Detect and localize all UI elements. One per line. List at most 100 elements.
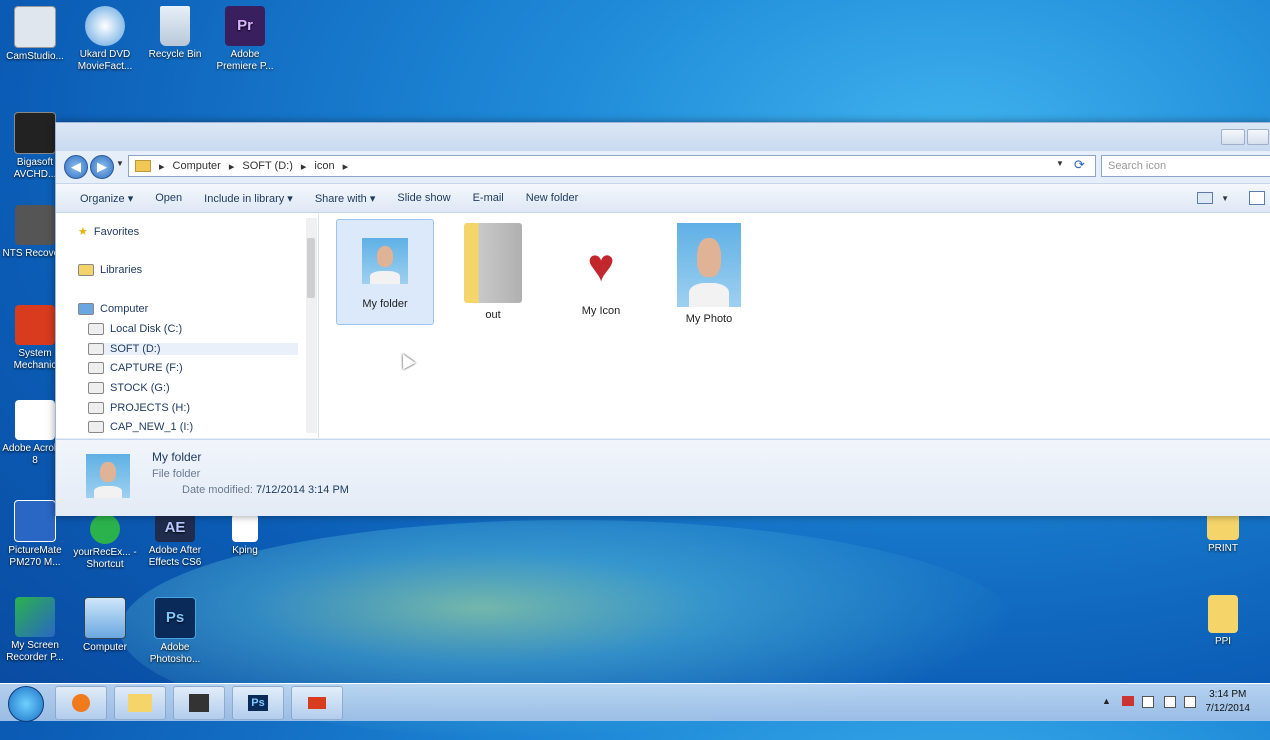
- nav-libraries[interactable]: Libraries: [78, 264, 142, 276]
- title-bar[interactable]: [56, 123, 1270, 151]
- email-button[interactable]: E-mail: [473, 192, 504, 204]
- clock[interactable]: 3:14 PM 7/12/2014: [1206, 688, 1251, 716]
- premiere-glyph: Pr: [237, 17, 253, 34]
- screen-recorder-icon: [15, 597, 55, 637]
- nav-label: Computer: [100, 303, 149, 315]
- tray-display-icon[interactable]: [1184, 696, 1196, 708]
- forward-button[interactable]: ▶: [90, 155, 114, 179]
- nav-label: STOCK (G:): [110, 382, 170, 394]
- file-item-out[interactable]: out: [445, 219, 541, 323]
- desktop-icon-after-effects[interactable]: AE Adobe After Effects CS6: [140, 514, 210, 569]
- acrobat-icon: [15, 400, 55, 440]
- taskbar: Ps ▲ 3:14 PM 7/12/2014: [0, 683, 1270, 722]
- new-folder-button[interactable]: New folder: [526, 192, 579, 204]
- preview-pane-icon[interactable]: [1249, 191, 1265, 205]
- file-item-my-folder[interactable]: My folder: [336, 219, 434, 325]
- address-bar[interactable]: ▸ Computer ▸ SOFT (D:) ▸ icon ▸: [128, 155, 1096, 177]
- nav-scrollbar[interactable]: [306, 218, 317, 433]
- desktop-icon-dvd[interactable]: Ukard DVD MovieFact...: [70, 6, 140, 73]
- file-list: My folder out ♥ My Icon My Photo: [319, 213, 1270, 438]
- computer-icon: [78, 303, 94, 315]
- desktop-icon-recycle-bin[interactable]: Recycle Bin: [140, 6, 210, 61]
- tray-network-icon[interactable]: [1122, 696, 1134, 706]
- scrollbar-thumb[interactable]: [307, 238, 315, 298]
- nav-drive-c[interactable]: Local Disk (C:): [88, 323, 182, 335]
- start-button[interactable]: [8, 686, 44, 722]
- tray-show-hidden-icon[interactable]: ▲: [1102, 696, 1111, 706]
- desktop-icon-screen-recorder[interactable]: My Screen Recorder P...: [0, 597, 70, 664]
- breadcrumb-soft-drive[interactable]: SOFT (D:): [242, 160, 293, 172]
- desktop-icon-ppi[interactable]: PPI: [1188, 595, 1258, 648]
- film-icon: [14, 112, 56, 154]
- share-with-button[interactable]: Share with ▾: [315, 192, 376, 205]
- wrench-icon: [15, 305, 55, 345]
- recent-pages-dropdown[interactable]: ▼: [116, 159, 124, 168]
- desktop-icon-camstudio[interactable]: CamStudio...: [0, 6, 70, 63]
- taskbar-media-player[interactable]: [55, 686, 107, 720]
- desktop-icon-label: Computer: [83, 642, 127, 653]
- photo-thumbnail-icon: [677, 223, 741, 307]
- file-item-label: My Icon: [581, 305, 621, 317]
- green-app-icon: [90, 514, 120, 544]
- explorer-window: ◀ ▶ ▼ ▸ Computer ▸ SOFT (D:) ▸ icon ▸ ▼ …: [55, 122, 1270, 516]
- taskbar-explorer[interactable]: [114, 686, 166, 720]
- breadcrumb-separator: ▸: [228, 160, 235, 173]
- nav-favorites[interactable]: ★ Favorites: [78, 225, 139, 239]
- nav-label: Libraries: [100, 264, 143, 276]
- desktop-icon-photoshop[interactable]: Ps Adobe Photosho...: [140, 597, 210, 666]
- premiere-icon: Pr: [225, 6, 265, 46]
- drive-icon: [88, 382, 104, 394]
- desktop-icon-print[interactable]: PRINT: [1188, 512, 1258, 555]
- app-icon: [308, 697, 326, 709]
- tray-volume-icon[interactable]: [1164, 696, 1176, 708]
- desktop-icon-kping[interactable]: Kping: [210, 514, 280, 557]
- search-placeholder: Search icon: [1108, 160, 1167, 172]
- printer-icon: [14, 500, 56, 542]
- navigation-pane: ★ Favorites Libraries Computer Local Dis…: [56, 213, 319, 438]
- desktop-icon-computer[interactable]: Computer: [70, 597, 140, 654]
- file-item-label: out: [485, 309, 501, 321]
- nav-label: Local Disk (C:): [110, 323, 183, 335]
- slide-show-button[interactable]: Slide show: [397, 192, 450, 204]
- recycle-bin-icon: [160, 6, 190, 46]
- desktop-icon-label: PictureMate PM270 M...: [8, 545, 62, 568]
- view-options-icon[interactable]: [1197, 192, 1213, 204]
- desktop-icon-premiere[interactable]: Pr Adobe Premiere P...: [210, 6, 280, 73]
- taskbar-photoshop[interactable]: Ps: [232, 686, 284, 720]
- minimize-button[interactable]: [1221, 129, 1245, 145]
- nav-drive-h[interactable]: PROJECTS (H:): [88, 402, 190, 414]
- include-in-library-button[interactable]: Include in library ▾: [204, 192, 293, 205]
- folder-thumbnail-icon: [362, 238, 408, 284]
- tray-flag-icon[interactable]: [1142, 696, 1154, 708]
- breadcrumb-computer[interactable]: Computer: [173, 160, 221, 172]
- file-item-my-icon[interactable]: ♥ My Icon: [553, 219, 649, 323]
- search-input[interactable]: Search icon: [1101, 155, 1270, 177]
- nav-drive-d[interactable]: SOFT (D:): [88, 343, 298, 355]
- taskbar-video-app[interactable]: [173, 686, 225, 720]
- nav-drive-i[interactable]: CAP_NEW_1 (I:): [88, 421, 193, 433]
- nav-drive-f[interactable]: CAPTURE (F:): [88, 362, 183, 374]
- details-type: File folder: [152, 468, 201, 480]
- desktop-icon-shortcut[interactable]: yourRecEx... - Shortcut: [70, 514, 140, 571]
- details-thumbnail-icon: [86, 454, 130, 498]
- address-row: ◀ ▶ ▼ ▸ Computer ▸ SOFT (D:) ▸ icon ▸ ▼ …: [56, 153, 1270, 179]
- mouse-cursor-icon: [396, 350, 416, 370]
- desktop-icon-label: My Screen Recorder P...: [6, 640, 64, 663]
- view-dropdown-icon[interactable]: ▼: [1221, 194, 1229, 203]
- drive-icon: [88, 421, 104, 433]
- maximize-button[interactable]: [1247, 129, 1269, 145]
- breadcrumb-icon-folder[interactable]: icon: [314, 160, 334, 172]
- photoshop-icon: Ps: [154, 597, 196, 639]
- clock-time: 3:14 PM: [1209, 689, 1247, 700]
- organize-button[interactable]: Organize ▾: [80, 192, 133, 205]
- taskbar-app-red[interactable]: [291, 686, 343, 720]
- nav-drive-g[interactable]: STOCK (G:): [88, 382, 170, 394]
- refresh-icon[interactable]: ⟳: [1074, 157, 1085, 173]
- back-button[interactable]: ◀: [64, 155, 88, 179]
- nav-label: CAPTURE (F:): [110, 362, 183, 374]
- address-dropdown-icon[interactable]: ▼: [1056, 159, 1064, 168]
- open-button[interactable]: Open: [155, 192, 182, 204]
- file-item-my-photo[interactable]: My Photo: [661, 219, 757, 325]
- details-modified-value: 7/12/2014 3:14 PM: [256, 484, 349, 496]
- nav-computer[interactable]: Computer: [78, 303, 148, 315]
